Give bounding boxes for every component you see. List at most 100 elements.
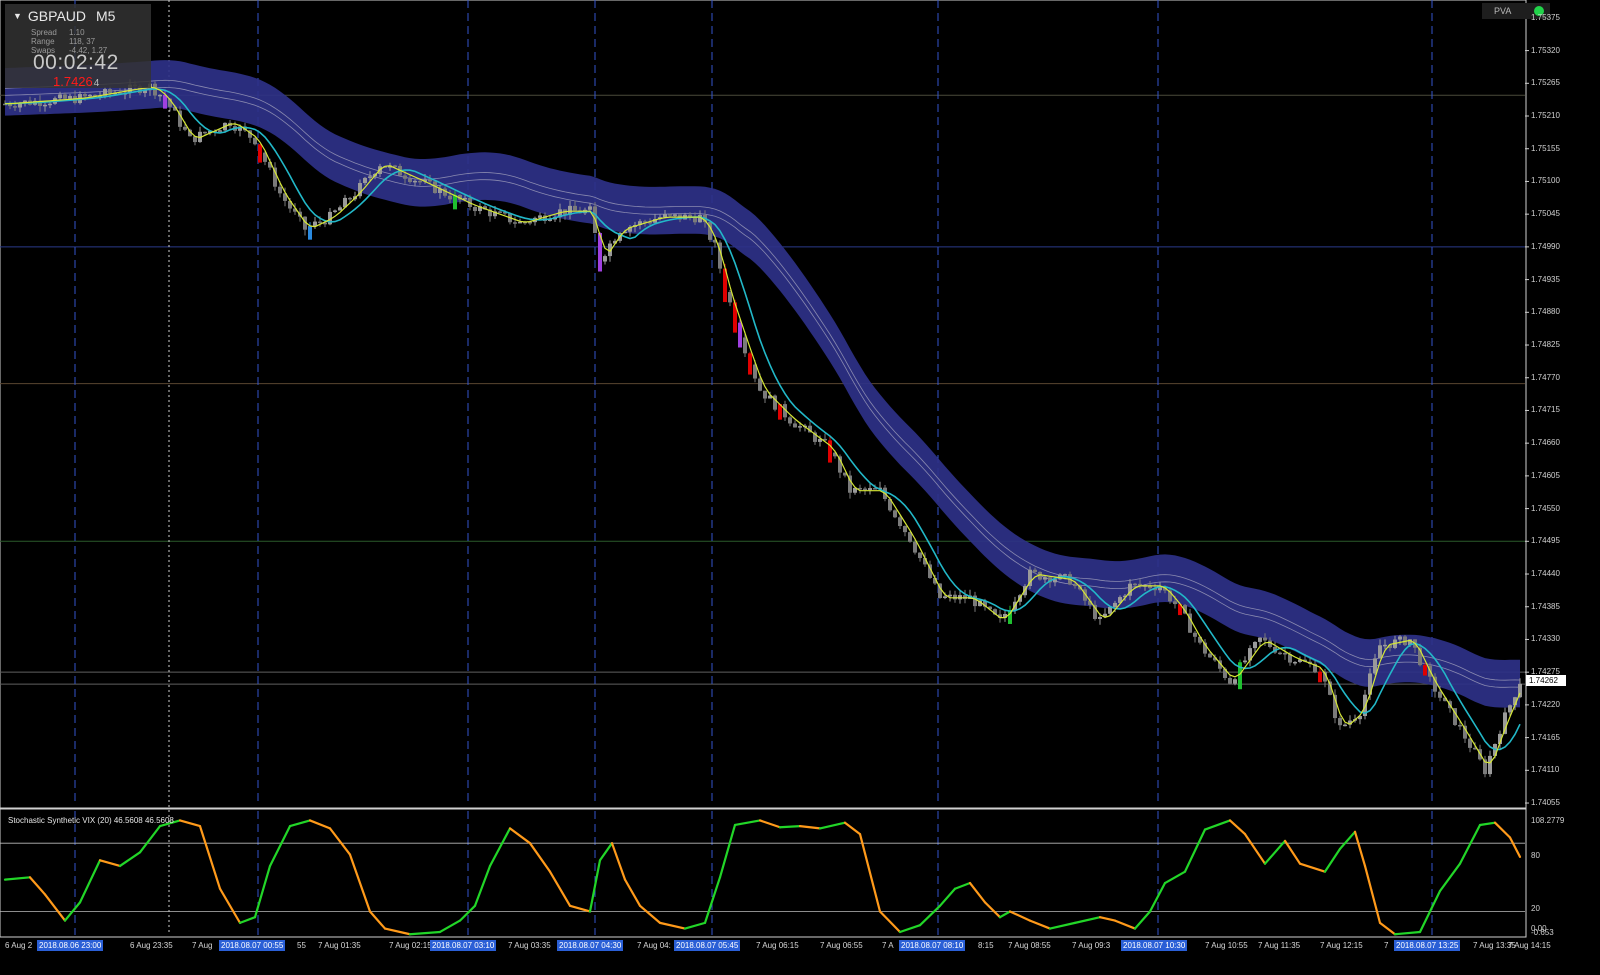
price-axis-label: 1.74220 xyxy=(1531,699,1560,709)
candle-body xyxy=(1378,645,1382,659)
candle-body xyxy=(158,94,162,97)
candle-body xyxy=(763,390,767,399)
stoch-segment xyxy=(1438,862,1462,893)
stoch-segment xyxy=(328,827,352,856)
time-axis-label: 7 Aug 09:3 xyxy=(1072,941,1111,950)
spread-value: 1.10 xyxy=(69,28,85,37)
candle-body xyxy=(473,206,477,212)
stoch-segment xyxy=(383,927,412,936)
stoch-segment xyxy=(308,819,332,830)
price-axis-label: 1.74605 xyxy=(1531,470,1560,480)
candle-body xyxy=(1258,637,1262,642)
candle-body xyxy=(948,594,952,597)
price-axis-label: 1.75265 xyxy=(1531,78,1560,88)
price-chart[interactable] xyxy=(0,0,1600,975)
bar-countdown: 00:02:42 xyxy=(33,51,119,74)
separator-time-tag: 2018.08.07 03:10 xyxy=(430,940,497,951)
candle-body xyxy=(68,95,72,99)
stoch-segment xyxy=(1493,821,1512,839)
time-axis-label: 7 Aug 02:15 xyxy=(389,941,432,950)
candle-body xyxy=(1278,652,1282,655)
price-axis-label: 1.75210 xyxy=(1531,111,1560,120)
stoch-segment xyxy=(118,851,142,868)
stoch-segment xyxy=(288,819,312,828)
dropdown-arrow-icon[interactable]: ▼ xyxy=(13,11,22,21)
candle-body xyxy=(1208,653,1212,658)
candle-body xyxy=(428,179,432,182)
time-axis-label: 55 xyxy=(297,941,306,950)
time-axis-label: 7 Aug 01:35 xyxy=(318,941,361,950)
candle-body xyxy=(738,322,742,348)
panel-price-digit: 4 xyxy=(93,78,100,89)
fast-moving-average xyxy=(4,86,1521,764)
stoch-segment xyxy=(28,876,47,896)
stoch-segment xyxy=(253,864,272,919)
candle-body xyxy=(13,106,17,108)
stoch-segment xyxy=(1048,921,1077,930)
time-axis-label: 7 Aug 04: xyxy=(637,941,671,950)
candle-body xyxy=(1433,676,1437,692)
candle-body xyxy=(18,103,22,108)
stoch-segment xyxy=(1133,910,1152,930)
candle-body xyxy=(1043,577,1047,580)
candle-body xyxy=(348,197,352,200)
candle-body xyxy=(788,417,792,424)
candle-body xyxy=(588,206,592,210)
time-axis-label: 6 Aug 2 xyxy=(5,941,33,950)
candle-body xyxy=(1338,718,1342,726)
current-price-tag: 1.74262 xyxy=(1526,675,1566,686)
stoch-segment xyxy=(1203,819,1232,831)
candle-body xyxy=(673,214,677,216)
candle-body xyxy=(868,488,872,491)
range-label: Range xyxy=(31,37,55,46)
price-axis-label: 1.74935 xyxy=(1531,274,1560,284)
indicator-axis-label: 20 xyxy=(1531,904,1540,913)
candle-body xyxy=(1423,665,1427,676)
time-axis-label: 8:15 xyxy=(978,941,994,950)
candle-body xyxy=(393,165,397,167)
time-axis-label: 6 Aug 23:35 xyxy=(130,941,173,950)
stoch-segment xyxy=(953,881,972,890)
indicator-axis-label: 108.2779 xyxy=(1531,816,1565,825)
stoch-segment xyxy=(1113,919,1137,930)
stoch-segment xyxy=(78,859,102,904)
stoch-segment xyxy=(898,924,922,934)
price-axis-label: 1.75375 xyxy=(1531,12,1560,22)
candle-body xyxy=(1293,661,1297,664)
candle-body xyxy=(1343,724,1347,727)
candle-body xyxy=(58,94,62,99)
stoch-segment xyxy=(1508,836,1522,858)
indicator-axis-label: 80 xyxy=(1531,851,1540,860)
candle-body xyxy=(903,526,907,533)
time-axis-label: 7 xyxy=(1384,941,1389,950)
candle-body xyxy=(728,292,732,303)
candle-body xyxy=(573,205,577,211)
candle-body xyxy=(408,178,412,183)
candle-body xyxy=(258,144,262,163)
stoch-segment xyxy=(968,881,987,904)
range-value: 118, 37 xyxy=(69,37,96,46)
symbol-title[interactable]: ▼ GBPAUD M5 xyxy=(13,8,115,24)
candle-body xyxy=(1263,637,1267,641)
candle-body xyxy=(1398,636,1402,640)
candle-body xyxy=(1133,583,1137,586)
candle-body xyxy=(1113,602,1117,607)
stoch-segment xyxy=(858,832,882,913)
candle-body xyxy=(308,226,312,240)
candle-body xyxy=(893,510,897,518)
stoch-segment xyxy=(778,825,802,829)
candle-body xyxy=(603,256,607,262)
candle-body xyxy=(1508,705,1512,713)
stoch-segment xyxy=(1393,930,1422,936)
stoch-segment xyxy=(548,870,572,907)
candle-body xyxy=(1193,632,1197,637)
stoch-segment xyxy=(1353,830,1367,868)
stoch-segment xyxy=(1073,916,1102,924)
price-axis-label: 1.75100 xyxy=(1531,176,1560,186)
candle-body xyxy=(1098,617,1102,619)
stoch-segment xyxy=(918,904,942,927)
stoch-segment xyxy=(1028,919,1052,930)
indicator-window-border xyxy=(0,808,1527,938)
time-axis-label: 7 A xyxy=(882,941,894,950)
candle-body xyxy=(1173,601,1177,605)
